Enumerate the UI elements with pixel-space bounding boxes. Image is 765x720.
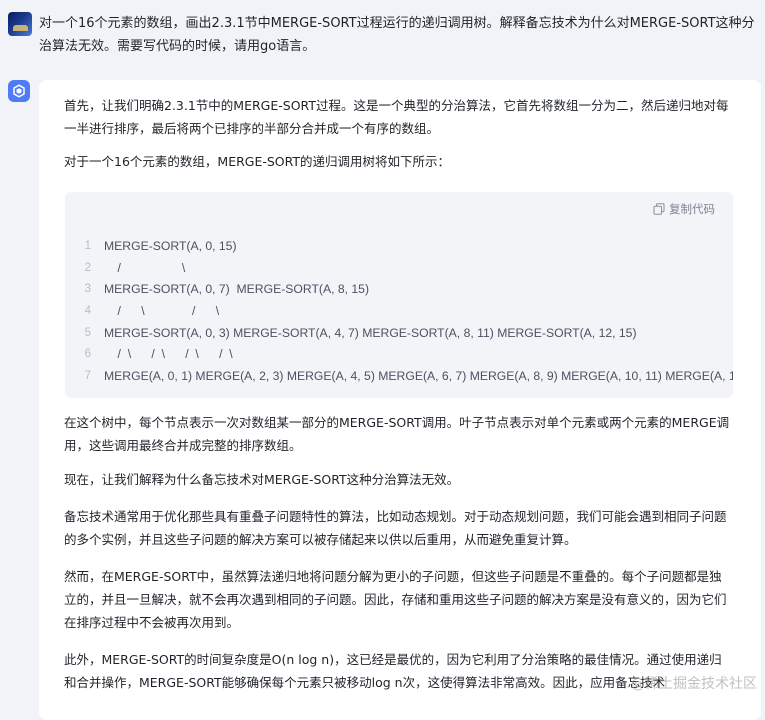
- code-line: 1 MERGE-SORT(A, 0, 15): [65, 236, 733, 258]
- copy-code-button[interactable]: 复制代码: [653, 200, 715, 218]
- user-avatar: [8, 12, 32, 36]
- paragraph-why: 现在，让我们解释为什么备忘技术对MERGE-SORT这种分治算法无效。: [64, 472, 460, 487]
- code-block: 复制代码 1 MERGE-SORT(A, 0, 15) 2 / \ 3 MERGE-…: [65, 192, 733, 398]
- code-line: 6 / \ / \ / \ / \: [65, 344, 733, 366]
- assistant-logo-icon: [13, 84, 25, 98]
- paragraph-tree-intro: 对于一个16个元素的数组，MERGE-SORT的递归调用树将如下所示：: [64, 154, 451, 169]
- line-number: 1: [84, 240, 91, 252]
- code-text: MERGE(A, 0, 1) MERGE(A, 2, 3) MERGE(A, 4…: [104, 369, 733, 384]
- code-line: 7 MERGE(A, 0, 1) MERGE(A, 2, 3) MERGE(A, …: [65, 366, 733, 388]
- user-message-row: 对一个16个元素的数组，画出2.3.1节中MERGE-SORT过程运行的递归调用…: [8, 8, 758, 64]
- user-message-text: 对一个16个元素的数组，画出2.3.1节中MERGE-SORT过程运行的递归调用…: [39, 16, 755, 54]
- line-number: 5: [84, 326, 91, 339]
- line-number: 2: [84, 261, 91, 274]
- code-text: MERGE-SORT(A, 0, 7) MERGE-SORT(A, 8, 15): [104, 282, 370, 297]
- watermark: @稀土掘金技术社区: [631, 676, 757, 692]
- line-number: 7: [84, 370, 91, 383]
- line-number: 3: [84, 283, 91, 296]
- paragraph-tree-explain: 在这个树中，每个节点表示一次对数组某一部分的MERGE-SORT调用。叶子节点表…: [64, 415, 730, 453]
- code-line: 5 MERGE-SORT(A, 0, 3) MERGE-SORT(A, 4, 7)…: [65, 323, 733, 345]
- copy-icon: [653, 203, 665, 215]
- code-line: 2 / \: [65, 258, 733, 280]
- code-text: / \ / \: [104, 304, 220, 319]
- paragraph-nonoverlap: 然而，在MERGE-SORT中，虽然算法递归地将问题分解为更小的子问题，但这些子…: [64, 569, 727, 630]
- paragraph-memo: 备忘技术通常用于优化那些具有重叠子问题特性的算法，比如动态规划。对于动态规划问题…: [64, 509, 727, 547]
- assistant-message-card: 首先，让我们明确2.3.1节中的MERGE-SORT过程。这是一个典型的分治算法…: [39, 80, 761, 720]
- code-text: MERGE-SORT(A, 0, 3) MERGE-SORT(A, 4, 7) …: [104, 325, 637, 340]
- paragraph-intro: 首先，让我们明确2.3.1节中的MERGE-SORT过程。这是一个典型的分治算法…: [64, 98, 729, 136]
- line-number: 6: [84, 348, 91, 361]
- code-lines: 1 MERGE-SORT(A, 0, 15) 2 / \ 3 MERGE-SORT(…: [65, 236, 733, 388]
- assistant-bottom-text: 在这个树中，每个节点表示一次对数组某一部分的MERGE-SORT调用。叶子节点表…: [64, 411, 734, 694]
- copy-code-label: 复制代码: [669, 202, 715, 216]
- assistant-avatar: [8, 80, 30, 102]
- code-line: 3 MERGE-SORT(A, 0, 7) MERGE-SORT(A, 8, 15…: [65, 279, 733, 301]
- line-number: 4: [84, 305, 91, 318]
- code-text: MERGE-SORT(A, 0, 15): [104, 239, 237, 253]
- assistant-top-text: 首先，让我们明确2.3.1节中的MERGE-SORT过程。这是一个典型的分治算法…: [64, 94, 734, 173]
- code-line: 4 / \ / \: [65, 301, 733, 323]
- code-text: / \: [104, 260, 186, 275]
- code-text: / \ / \ / \ / \: [104, 347, 233, 362]
